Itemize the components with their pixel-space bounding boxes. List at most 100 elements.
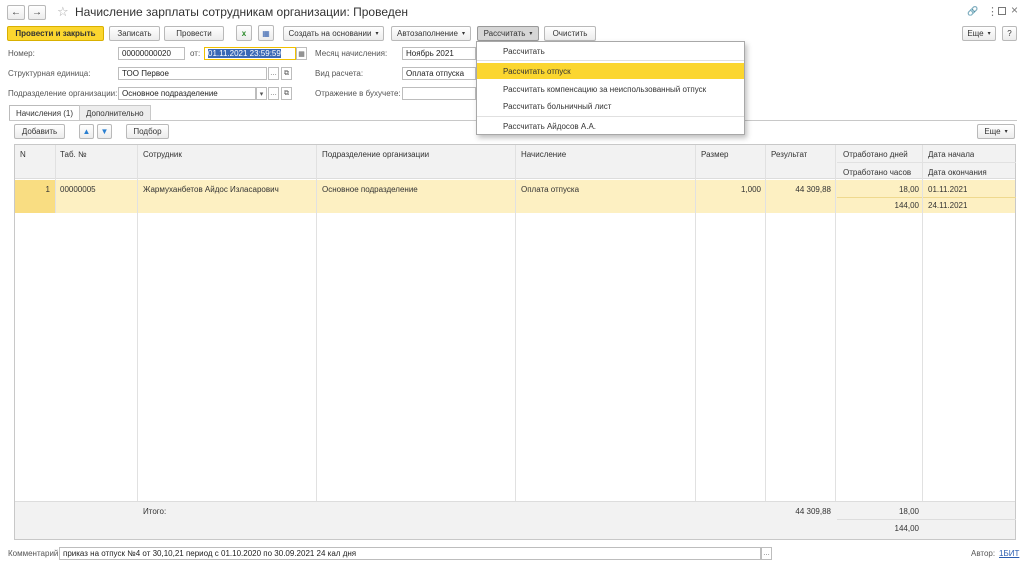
favorite-star-icon[interactable]: ☆ [57,4,69,20]
date-value: 01.11.2021 23:59:59 [208,49,281,58]
more-menu-icon[interactable]: ⋮ [987,5,998,18]
comment-select-button[interactable]: … [761,547,772,560]
unit-field[interactable]: ТОО Первое [118,67,267,80]
forward-button[interactable]: → [28,5,46,20]
table-more-button[interactable]: Еще ▾ [977,124,1015,139]
tab-accruals[interactable]: Начисления (1) [9,105,81,120]
document-structure-icon[interactable]: ▦ [258,25,274,41]
accounting-label: Отражение в бухучете: [315,89,401,98]
row-employee: Жармуханбетов Айдос Изласарович [143,185,279,194]
clear-button[interactable]: Очистить [544,26,596,41]
move-down-icon[interactable]: ▼ [97,124,112,139]
calc-type-label: Вид расчета: [315,69,364,78]
back-button[interactable]: ← [7,5,25,20]
row-days: 18,00 [898,185,919,194]
calculate-dropdown-menu: Рассчитать Рассчитать отпуск Рассчитать … [476,41,745,135]
close-icon[interactable]: × [1011,3,1018,17]
chevron-down-icon: ▾ [375,31,379,37]
col-divider [316,145,317,539]
dept-dropdown-icon[interactable]: ▾ [256,87,267,100]
row-end-date: 24.11.2021 [928,201,968,210]
month-field[interactable]: Ноябрь 2021 [402,47,476,60]
header-n[interactable]: N [20,150,26,159]
post-button[interactable]: Провести [164,26,224,41]
menu-item-calculate-sick-leave[interactable]: Рассчитать больничный лист [477,98,744,114]
save-button[interactable]: Записать [109,26,160,41]
header-start-date[interactable]: Дата начала [928,150,974,159]
help-button[interactable]: ? [1002,26,1017,41]
header-accrual[interactable]: Начисление [521,150,566,159]
accounting-field[interactable] [402,87,476,100]
col-divider [695,145,696,539]
header-end-date[interactable]: Дата окончания [928,168,987,177]
row-n: 1 [45,185,50,194]
header-days-worked[interactable]: Отработано дней [843,150,908,159]
menu-divider [477,116,744,117]
header-result[interactable]: Результат [771,150,807,159]
more-button[interactable]: Еще ▾ [962,26,996,41]
header-employee[interactable]: Сотрудник [143,150,182,159]
dept-select-button[interactable]: … [268,87,279,100]
move-up-icon[interactable]: ▲ [79,124,94,139]
col-divider [835,145,836,539]
more-label: Еще [967,29,984,38]
calendar-icon[interactable]: ▦ [296,47,307,60]
chevron-down-icon: ▾ [987,31,991,37]
table-footer: Итого: 44 309,88 18,00 144,00 [15,501,1016,539]
calc-type-field[interactable]: Оплата отпуска [402,67,476,80]
unit-open-icon[interactable]: ⧉ [281,67,292,80]
footer-days: 18,00 [898,507,919,516]
footer-subdivider [837,519,1016,520]
link-icon[interactable]: 🔗 [967,6,978,17]
row-tab: 00000005 [60,185,96,194]
footer-hours: 144,00 [894,524,919,533]
dept-field[interactable]: Основное подразделение [118,87,256,100]
header-dept[interactable]: Подразделение организации [322,150,429,159]
unit-select-button[interactable]: … [268,67,279,80]
pick-button[interactable]: Подбор [126,124,169,139]
comment-label: Комментарий: [8,549,61,558]
maximize-icon[interactable] [998,7,1006,15]
date-field[interactable]: 01.11.2021 23:59:59 [204,47,296,60]
footer-result: 44 309,88 [795,507,831,516]
create-based-button[interactable]: Создать на основании ▾ [283,26,384,41]
row-subdivider [837,197,1016,198]
col-divider [765,145,766,539]
calculate-button[interactable]: Рассчитать ▾ [477,26,539,41]
header-hours-worked[interactable]: Отработано часов [843,168,911,177]
header-tab[interactable]: Таб. № [60,150,87,159]
comment-field[interactable]: приказ на отпуск №4 от 30,10,21 период с… [59,547,761,560]
excel-icon[interactable]: x [236,25,252,41]
dept-open-icon[interactable]: ⧉ [281,87,292,100]
unit-label: Структурная единица: [8,69,91,78]
row-accrual: Оплата отпуска [521,185,580,194]
accruals-table[interactable]: N Таб. № Сотрудник Подразделение организ… [14,144,1016,540]
post-and-close-button[interactable]: Провести и закрыть [7,26,104,41]
dept-label: Подразделение организации: [8,89,118,98]
table-more-label: Еще [984,127,1001,136]
tab-additional[interactable]: Дополнительно [79,105,151,120]
row-size: 1,000 [740,185,761,194]
author-label: Автор: [971,549,996,558]
autofill-button[interactable]: Автозаполнение ▾ [391,26,471,41]
menu-item-calculate[interactable]: Рассчитать [477,43,744,59]
row-dept: Основное подразделение [322,185,418,194]
author-link[interactable]: 1БИТ [999,549,1019,558]
chevron-down-icon: ▾ [1004,129,1008,135]
col-divider [922,145,923,539]
menu-item-calculate-vacation[interactable]: Рассчитать отпуск [477,63,744,79]
number-field[interactable]: 00000000020 [118,47,185,60]
chevron-down-icon: ▾ [461,31,465,37]
header-size[interactable]: Размер [701,150,729,159]
footer-total-label: Итого: [143,507,167,516]
autofill-label: Автозаполнение [397,29,458,38]
menu-item-calculate-compensation[interactable]: Рассчитать компенсацию за неиспользованн… [477,81,744,97]
calculate-label: Рассчитать [483,29,526,38]
date-label: от: [190,49,201,58]
row-result: 44 309,88 [795,185,831,194]
col-divider [515,145,516,539]
menu-item-calculate-aidosov[interactable]: Рассчитать Айдосов А.А. [477,118,744,134]
add-row-button[interactable]: Добавить [14,124,65,139]
col-divider [137,145,138,539]
chevron-down-icon: ▾ [529,31,533,37]
